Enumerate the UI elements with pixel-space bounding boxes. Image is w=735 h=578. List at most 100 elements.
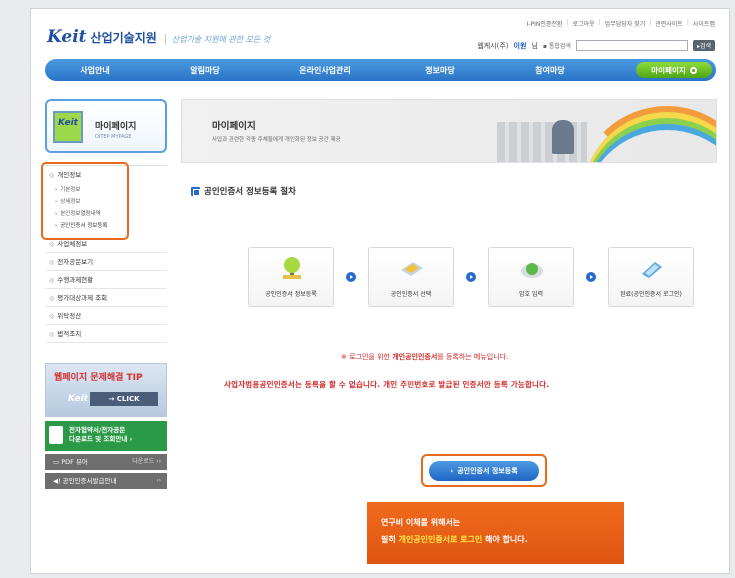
- register-cert-button[interactable]: › 공인인증서 정보등록: [429, 460, 539, 481]
- warning-pre: 필히: [381, 535, 399, 544]
- hero-banner: 마이페이지 사업과 관련한 각종 주체들에게 개인화된 정보 공간 제공: [181, 99, 717, 163]
- slogan: 산업기술 지원에 관한 모든 것: [164, 34, 270, 45]
- mypage-icon: Keit: [53, 111, 83, 143]
- checkbox-icon: [191, 186, 200, 196]
- step-label: 암호 입력: [519, 291, 543, 298]
- sidebar-title: 마이페이지: [95, 122, 137, 132]
- sidebar-item-eval[interactable]: 평가대상과제 조회: [45, 289, 167, 307]
- card-icon: [401, 262, 423, 276]
- link-logout[interactable]: 로그아웃: [573, 19, 595, 28]
- user-suffix: 님: [531, 41, 538, 50]
- banner-cert[interactable]: ◀) 공인인증서발급안내 ››: [45, 473, 167, 489]
- sidebar-sub-basic[interactable]: 기본정보: [45, 184, 167, 196]
- banner-edoc-text: 전자협약서/전자공문 다운로드 및 조회안내 ›: [69, 426, 132, 444]
- banner-pdf[interactable]: ▭ PDF 뷰어 다운로드 ››: [45, 454, 167, 470]
- gnb-online[interactable]: 온라인사업관리: [265, 65, 385, 76]
- banner-edoc-line1: 전자협약서/전자공문: [69, 426, 126, 434]
- hero-title: 마이페이지: [212, 121, 256, 132]
- banner-edoc-line2: 다운로드 및 조회안내 ›: [69, 435, 133, 443]
- warning-line2: 필히 개인공인인증서로 로그인 해야 합니다.: [381, 531, 610, 548]
- banner-tip-title: 웹페이지 문제해결 TIP: [54, 373, 143, 383]
- keypad-icon: [521, 263, 543, 278]
- step-select: 공인인증서 선택: [368, 247, 454, 307]
- section-title-text: 공인인증서 정보등록 절차: [204, 187, 296, 197]
- sidebar-item-personal[interactable]: 개인정보: [45, 166, 167, 184]
- separator: |: [649, 19, 652, 26]
- step-label: 완료(공인인증서 로그인): [620, 291, 682, 298]
- rainbow-image: [577, 106, 716, 162]
- link-sitemap[interactable]: 사이트맵: [693, 19, 715, 28]
- arrow-icon: [586, 272, 596, 282]
- link-staff[interactable]: 업무담당자 찾기: [605, 19, 646, 28]
- pdf-icon: ▭: [53, 458, 62, 466]
- login-note-pre: ※ 로그인을 위한: [341, 353, 393, 361]
- mypage-box: Keit 마이페이지 DITEP MYPAGE: [45, 99, 167, 153]
- user-name: 이원: [513, 41, 527, 50]
- section-title: 공인인증서 정보등록 절차: [191, 185, 296, 197]
- sidebar-item-settle[interactable]: 위탁정산: [45, 307, 167, 325]
- page-frame: Keit 산업기술지원 산업기술 지원에 관한 모든 것 I-PIN인증전환 | …: [30, 8, 730, 574]
- sidebar-item-legal[interactable]: 법적조치: [45, 325, 167, 343]
- separator: |: [598, 19, 601, 26]
- logo[interactable]: Keit 산업기술지원 산업기술 지원에 관한 모든 것: [47, 27, 270, 47]
- search-label: ▪ 통합검색: [542, 43, 571, 50]
- logo-name: 산업기술지원: [90, 31, 157, 45]
- separator: |: [686, 19, 689, 26]
- gnb-mypage[interactable]: 마이페이지: [636, 62, 712, 78]
- mypage-icon-text: Keit: [58, 118, 78, 128]
- search-input[interactable]: [575, 40, 688, 51]
- menu-group-personal: 개인정보 기본정보 상세정보 본인정보열람내역 공인인증서 정보등록: [41, 162, 167, 240]
- gnb-info[interactable]: 정보마당: [385, 65, 495, 76]
- logo-mark: Keit: [47, 27, 87, 47]
- cert-restriction-note: 사업자범용공인인증서는 등록을 할 수 없습니다. 개인 주민번호로 발급된 인…: [224, 380, 550, 389]
- banner-cert-label: ◀) 공인인증서발급안내: [53, 477, 117, 485]
- chevron-right-icon: ›: [450, 466, 454, 475]
- warning-line1: 연구비 이체를 위해서는: [381, 518, 461, 527]
- banner-tip-logo: Keit: [68, 394, 88, 404]
- step-password: 암호 입력: [488, 247, 574, 307]
- utility-nav: I-PIN인증전환 | 로그아웃 | 업무담당자 찾기 | 관련사이트 | 사이트맵: [527, 19, 715, 28]
- step-complete: 완료(공인인증서 로그인): [608, 247, 694, 307]
- arrow-icon: [466, 272, 476, 282]
- warning-box: 연구비 이체를 위해서는 필히 개인공인인증서로 로그인 해야 합니다.: [367, 502, 624, 564]
- sidebar-sub-history[interactable]: 본인정보열람내역: [45, 208, 167, 220]
- circle-arrow-icon: [689, 66, 697, 74]
- sidebar-sub-detail[interactable]: 상세정보: [45, 196, 167, 208]
- user-bar: 웹케시(주) 이원 님 ▪ 통합검색 ▸검색: [477, 40, 715, 51]
- sidebar-item-edocs[interactable]: 전자공문보기: [45, 253, 167, 271]
- sidebar-item-tasks[interactable]: 수행과제현황: [45, 271, 167, 289]
- sidebar: Keit 마이페이지 DITEP MYPAGE 개인정보 기본정보 상세정보 본…: [41, 99, 167, 489]
- login-note: ※ 로그인을 위한 개인공인인증서를 등록하는 메뉴입니다.: [341, 352, 508, 362]
- banner-tip[interactable]: 웹페이지 문제해결 TIP Keit → CLICK: [45, 363, 167, 417]
- search-button[interactable]: ▸검색: [692, 40, 715, 51]
- banner-edoc[interactable]: 전자협약서/전자공문 다운로드 및 조회안내 ›: [45, 421, 167, 451]
- person-image: [552, 120, 574, 154]
- banner-cert-more: ››: [156, 477, 161, 484]
- banner-pdf-label: PDF 뷰어: [61, 458, 88, 466]
- register-button-highlight: › 공인인증서 정보등록: [421, 454, 547, 487]
- sidebar-subtitle: DITEP MYPAGE: [95, 134, 132, 140]
- user-company: 웹케시(주): [477, 41, 509, 50]
- step-label: 공인인증서 선택: [390, 291, 432, 298]
- gnb-notice[interactable]: 알림마당: [145, 65, 265, 76]
- gnb-business[interactable]: 사업안내: [45, 65, 145, 76]
- link-related[interactable]: 관련사이트: [655, 19, 683, 28]
- global-nav: 사업안내 알림마당 온라인사업관리 정보마당 참여마당 마이페이지: [45, 59, 716, 81]
- banner-tip-click: → CLICK: [90, 392, 158, 406]
- register-cert-label: 공인인증서 정보등록: [457, 466, 518, 475]
- login-note-bold: 개인공인인증서: [392, 353, 438, 361]
- process-steps: 공인인증서 정보등록 공인인증서 선택 암호 입력 완료(공인인증서 로그인): [248, 247, 694, 307]
- step-register: 공인인증서 정보등록: [248, 247, 334, 307]
- document-icon: [49, 426, 63, 444]
- arrow-icon: [346, 272, 356, 282]
- gnb-participate[interactable]: 참여마당: [495, 65, 605, 76]
- link-ipin[interactable]: I-PIN인증전환: [527, 19, 563, 28]
- tree-icon: [283, 257, 301, 279]
- sidebar-sub-cert[interactable]: 공인인증서 정보등록: [45, 220, 167, 232]
- step-label: 공인인증서 정보등록: [265, 291, 317, 298]
- gnb-mypage-label: 마이페이지: [651, 65, 686, 75]
- usb-key-icon: [642, 262, 662, 278]
- sidebar-item-business[interactable]: 사업체정보: [45, 235, 167, 253]
- separator: |: [566, 19, 569, 26]
- login-note-post: 를 등록하는 메뉴입니다.: [437, 353, 509, 361]
